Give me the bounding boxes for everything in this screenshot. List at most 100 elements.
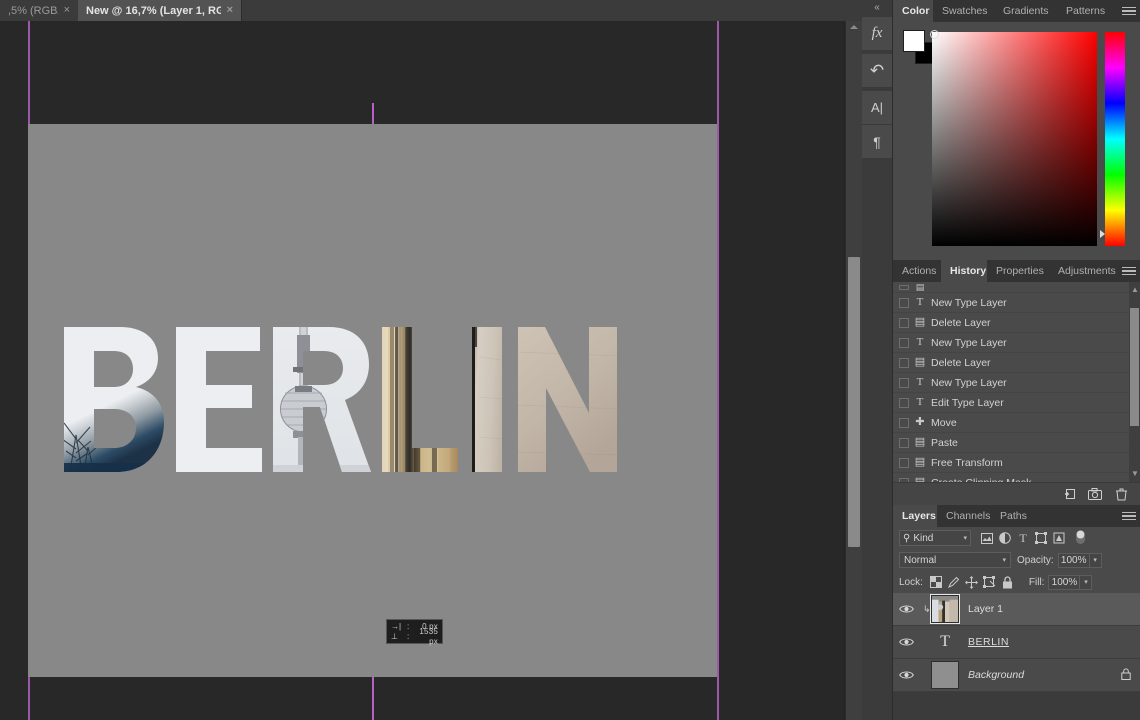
filter-toggle[interactable] bbox=[1071, 530, 1089, 546]
filter-adjustment-icon[interactable] bbox=[996, 530, 1014, 546]
hue-slider-marker[interactable] bbox=[1100, 230, 1105, 238]
opacity-input[interactable]: 100% bbox=[1057, 552, 1090, 568]
history-state-checkbox[interactable] bbox=[899, 437, 909, 448]
filter-smart-object-icon[interactable] bbox=[1050, 530, 1068, 546]
layer-thumbnail[interactable] bbox=[930, 594, 960, 624]
lock-artboard-nesting-icon[interactable] bbox=[981, 574, 999, 590]
history-state-checkbox[interactable] bbox=[899, 297, 909, 308]
lock-all-icon[interactable] bbox=[999, 574, 1017, 590]
document-canvas-area[interactable]: →| : 0 px ⊥ : 1535 px bbox=[0, 21, 843, 720]
hue-slider[interactable] bbox=[1100, 32, 1125, 246]
history-list[interactable]: ▤ T New Type Layer ▤ Delete Layer T New … bbox=[893, 282, 1140, 482]
layer-visibility-icon[interactable] bbox=[893, 670, 919, 680]
tab-swatches[interactable]: Swatches bbox=[933, 0, 994, 22]
history-item[interactable]: T New Type Layer bbox=[893, 373, 1140, 393]
lock-image-pixels-icon[interactable] bbox=[945, 574, 963, 590]
filter-pixel-icon[interactable] bbox=[978, 530, 996, 546]
lock-transparent-pixels-icon[interactable] bbox=[927, 574, 945, 590]
delete-state-icon[interactable] bbox=[1113, 486, 1129, 502]
scroll-up-icon[interactable]: ▲ bbox=[1131, 286, 1139, 294]
measure-vertical: ⊥ : 1535 px bbox=[391, 627, 438, 646]
type-layer-icon[interactable]: T bbox=[931, 628, 959, 656]
history-state-checkbox[interactable] bbox=[899, 317, 909, 328]
layer-visibility-icon[interactable] bbox=[893, 637, 919, 647]
history-item[interactable]: T New Type Layer bbox=[893, 333, 1140, 353]
layer-filter-kind-select[interactable]: ⚲ Kind ▾ bbox=[899, 530, 971, 546]
history-scrollbar-thumb[interactable] bbox=[1130, 308, 1139, 426]
layer-visibility-icon[interactable] bbox=[893, 604, 919, 614]
history-item[interactable]: ▤ Create Clipping Mask bbox=[893, 473, 1140, 482]
tab-history[interactable]: History bbox=[941, 260, 987, 282]
canvas-vertical-scrollbar[interactable] bbox=[845, 21, 862, 720]
history-item[interactable]: ▤ Free Transform bbox=[893, 453, 1140, 473]
blend-mode-select[interactable]: Normal ▾ bbox=[899, 552, 1011, 568]
scroll-up-icon[interactable] bbox=[850, 25, 858, 29]
lock-icon bbox=[1121, 667, 1131, 683]
opacity-stepper[interactable]: ▾ bbox=[1089, 552, 1102, 568]
tab-properties[interactable]: Properties bbox=[987, 260, 1049, 282]
tab-color[interactable]: Color bbox=[893, 0, 933, 22]
collapse-panels-icon[interactable]: « bbox=[862, 0, 892, 14]
fill-input[interactable]: 100% bbox=[1048, 574, 1081, 590]
lock-position-icon[interactable] bbox=[963, 574, 981, 590]
character-glyph: A| bbox=[870, 100, 884, 115]
filter-type-icon[interactable]: T bbox=[1014, 530, 1032, 546]
history-item[interactable]: ▤ Paste bbox=[893, 433, 1140, 453]
history-item[interactable]: ✚ Move bbox=[893, 413, 1140, 433]
guide-right[interactable] bbox=[717, 21, 719, 720]
foreground-color-swatch[interactable] bbox=[903, 30, 925, 52]
new-snapshot-icon[interactable] bbox=[1087, 486, 1103, 502]
close-icon[interactable]: × bbox=[64, 5, 70, 16]
history-state-checkbox[interactable] bbox=[899, 377, 909, 388]
filter-shape-icon[interactable] bbox=[1032, 530, 1050, 546]
photoshop-window: ,5% (RGB/8) * × New @ 16,7% (Layer 1, RG… bbox=[0, 0, 1140, 720]
blend-mode-row: Normal ▾ Opacity: 100% ▾ bbox=[893, 549, 1140, 571]
history-item[interactable]: ▤ Delete Layer bbox=[893, 353, 1140, 373]
history-state-checkbox[interactable] bbox=[899, 457, 909, 468]
layer-row-background[interactable]: Background bbox=[893, 659, 1140, 692]
history-state-checkbox[interactable] bbox=[899, 357, 909, 368]
tab-actions[interactable]: Actions bbox=[893, 260, 941, 282]
saturation-value-field[interactable] bbox=[930, 30, 1097, 246]
history-state-checkbox[interactable] bbox=[899, 397, 909, 408]
layer-name[interactable]: BERLIN bbox=[968, 636, 1009, 648]
history-item[interactable]: ▤ Delete Layer bbox=[893, 313, 1140, 333]
history-item-label: Delete Layer bbox=[931, 356, 991, 369]
artboard[interactable] bbox=[28, 124, 717, 677]
character-icon[interactable]: A| bbox=[862, 91, 892, 125]
history-icon[interactable]: ↶ bbox=[862, 54, 892, 88]
fill-stepper[interactable]: ▾ bbox=[1080, 574, 1093, 590]
scroll-down-icon[interactable]: ▼ bbox=[1131, 470, 1139, 478]
document-tab-active[interactable]: New @ 16,7% (Layer 1, RGB/8) * × bbox=[78, 0, 242, 21]
history-item[interactable]: T Edit Type Layer bbox=[893, 393, 1140, 413]
tab-adjustments[interactable]: Adjustments bbox=[1049, 260, 1121, 282]
close-icon[interactable]: × bbox=[227, 5, 233, 16]
new-document-from-state-icon[interactable] bbox=[1061, 486, 1077, 502]
history-panel-menu-icon[interactable] bbox=[1122, 264, 1136, 278]
layers-panel-menu-icon[interactable] bbox=[1122, 509, 1136, 523]
vertical-distance-icon: ⊥ bbox=[391, 632, 398, 641]
layer-name[interactable]: Layer 1 bbox=[968, 603, 1003, 615]
tab-layers[interactable]: Layers bbox=[893, 505, 937, 527]
layer-thumbnail[interactable] bbox=[931, 661, 959, 689]
history-item-partial[interactable]: ▤ bbox=[893, 282, 1140, 293]
history-snapshot-checkbox[interactable] bbox=[899, 284, 909, 290]
history-item[interactable]: T New Type Layer bbox=[893, 293, 1140, 313]
color-panel-menu-icon[interactable] bbox=[1122, 4, 1136, 18]
tab-gradients[interactable]: Gradients bbox=[994, 0, 1057, 22]
tab-channels[interactable]: Channels bbox=[937, 505, 991, 527]
history-state-checkbox[interactable] bbox=[899, 417, 909, 428]
scrollbar-thumb[interactable] bbox=[848, 257, 860, 547]
layer-row-layer-1[interactable]: ↳ Layer 1 bbox=[893, 593, 1140, 626]
history-scrollbar[interactable]: ▲ ▼ bbox=[1129, 282, 1140, 482]
styles-icon[interactable]: fx bbox=[862, 17, 892, 51]
history-state-checkbox[interactable] bbox=[899, 337, 909, 348]
lock-label: Lock: bbox=[899, 576, 923, 588]
layer-row-berlin[interactable]: T BERLIN bbox=[893, 626, 1140, 659]
paragraph-icon[interactable]: ¶ bbox=[862, 125, 892, 158]
layer-name[interactable]: Background bbox=[968, 669, 1024, 681]
tab-patterns[interactable]: Patterns bbox=[1057, 0, 1115, 22]
color-picker-marker[interactable] bbox=[930, 30, 939, 39]
document-tab-inactive[interactable]: ,5% (RGB/8) * × bbox=[0, 0, 78, 21]
tab-paths[interactable]: Paths bbox=[991, 505, 1031, 527]
